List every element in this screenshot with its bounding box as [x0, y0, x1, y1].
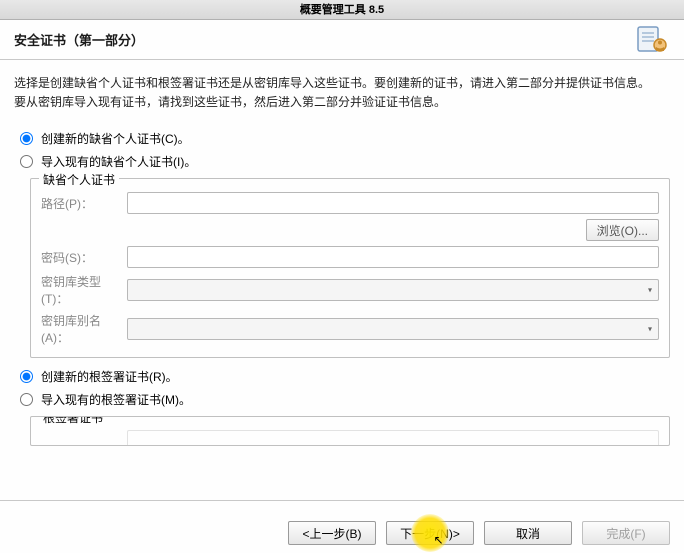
description-text: 选择是创建缺省个人证书和根签署证书还是从密钥库导入这些证书。要创建新的证书，请进… [14, 74, 670, 112]
root-path-input[interactable] [127, 430, 659, 446]
radio-create-personal-input[interactable] [20, 132, 33, 145]
cancel-button[interactable]: 取消 [484, 521, 572, 545]
radio-create-personal[interactable]: 创建新的缺省个人证书(C)。 [20, 130, 670, 147]
password-input[interactable] [127, 246, 659, 268]
root-cert-fieldset: 根签署证书 [30, 416, 670, 446]
keystore-type-label: 密钥库类型(T)： [41, 273, 127, 307]
path-label: 路径(P)： [41, 195, 127, 212]
radio-create-root-input[interactable] [20, 370, 33, 383]
radio-import-personal-label: 导入现有的缺省个人证书(I)。 [41, 153, 196, 170]
radio-import-root[interactable]: 导入现有的根签署证书(M)。 [20, 391, 670, 408]
chevron-down-icon: ▾ [648, 286, 652, 295]
radio-create-root-label: 创建新的根签署证书(R)。 [41, 368, 178, 385]
radio-create-root[interactable]: 创建新的根签署证书(R)。 [20, 368, 670, 385]
wizard-window: 安全证书（第一部分） 选择是创建缺省个人证书和根签署证书还是从密钥库导入这些证书… [0, 20, 684, 553]
description-line1: 选择是创建缺省个人证书和根签署证书还是从密钥库导入这些证书。要创建新的证书，请进… [14, 76, 650, 90]
certificate-icon [636, 23, 670, 57]
next-button[interactable]: 下一步(N)> ↖ [386, 521, 474, 545]
root-cert-legend: 根签署证书 [39, 416, 107, 426]
browse-button[interactable]: 浏览(O)... [586, 219, 659, 241]
description-line2: 要从密钥库导入现有证书，请找到这些证书，然后进入第二部分并验证证书信息。 [14, 95, 446, 109]
finish-button: 完成(F) [582, 521, 670, 545]
radio-create-personal-label: 创建新的缺省个人证书(C)。 [41, 130, 190, 147]
next-button-label: 下一步(N)> [400, 527, 460, 541]
wizard-content: 选择是创建缺省个人证书和根签署证书还是从密钥库导入这些证书。要创建新的证书，请进… [0, 60, 684, 494]
password-label: 密码(S)： [41, 249, 127, 266]
window-titlebar: 概要管理工具 8.5 [0, 0, 684, 20]
personal-cert-legend: 缺省个人证书 [39, 171, 119, 188]
radio-import-root-label: 导入现有的根签署证书(M)。 [41, 391, 191, 408]
chevron-down-icon: ▾ [648, 325, 652, 334]
keystore-alias-select[interactable]: ▾ [127, 318, 659, 340]
radio-import-personal-input[interactable] [20, 155, 33, 168]
wizard-button-bar: <上一步(B) 下一步(N)> ↖ 取消 完成(F) [0, 501, 684, 553]
path-input[interactable] [127, 192, 659, 214]
wizard-header: 安全证书（第一部分） [0, 20, 684, 60]
keystore-type-select[interactable]: ▾ [127, 279, 659, 301]
radio-import-root-input[interactable] [20, 393, 33, 406]
personal-cert-fieldset: 缺省个人证书 路径(P)： 浏览(O)... 密码(S)： 密钥库类型(T)： … [30, 178, 670, 358]
back-button[interactable]: <上一步(B) [288, 521, 376, 545]
page-title: 安全证书（第一部分） [14, 30, 144, 49]
keystore-alias-label: 密钥库别名(A)： [41, 312, 127, 346]
radio-import-personal[interactable]: 导入现有的缺省个人证书(I)。 [20, 153, 670, 170]
